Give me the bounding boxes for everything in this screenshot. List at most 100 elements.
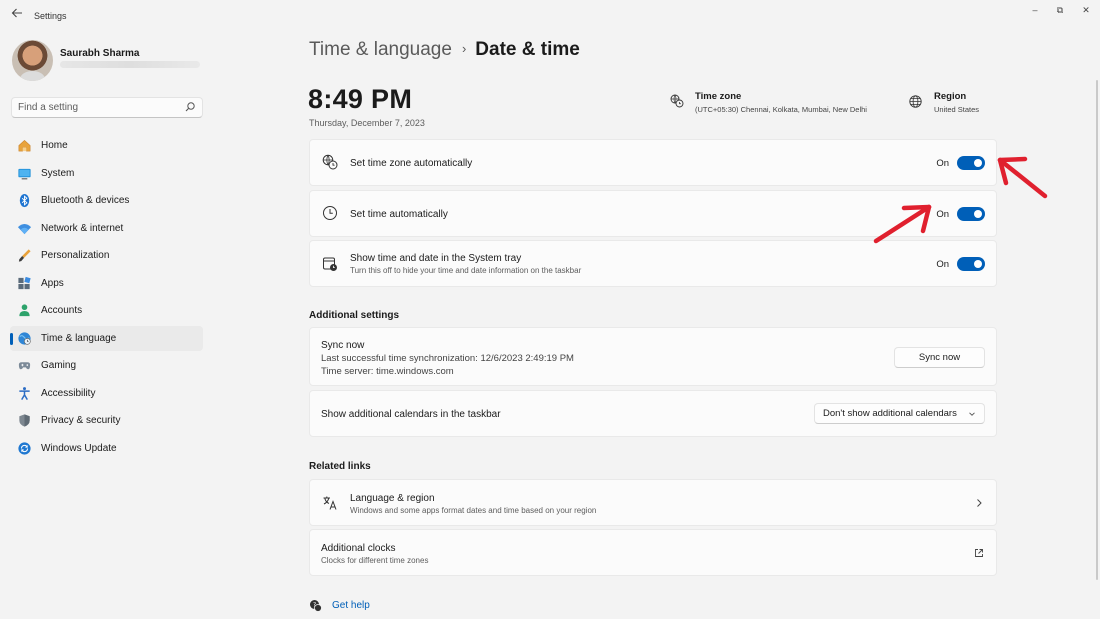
auto-time-toggle[interactable] bbox=[957, 207, 985, 221]
sync-now-button[interactable]: Sync now bbox=[894, 347, 985, 368]
additional-clocks-title: Additional clocks bbox=[321, 543, 396, 554]
additional-calendars-dropdown[interactable]: Don't show additional calendars bbox=[814, 403, 985, 424]
sidebar-item-label: Privacy & security bbox=[41, 415, 121, 426]
sidebar-item-personalization[interactable]: Personalization bbox=[10, 243, 203, 268]
sidebar-item-accounts[interactable]: Accounts bbox=[10, 298, 203, 323]
annotation-arrow-timezone bbox=[997, 156, 1048, 199]
svg-text:?: ? bbox=[313, 602, 316, 609]
sidebar-item-system[interactable]: System bbox=[10, 161, 203, 186]
scrollbar[interactable] bbox=[1096, 80, 1098, 580]
sidebar: Saurabh Sharma Home System Bluetooth & d… bbox=[0, 32, 210, 619]
system-tray-description: Turn this off to hide your time and date… bbox=[350, 266, 582, 275]
sidebar-item-windows-update[interactable]: Windows Update bbox=[10, 436, 203, 461]
system-tray-label: Show time and date in the System tray bbox=[350, 253, 522, 264]
gaming-icon bbox=[18, 362, 31, 370]
privacy-icon bbox=[19, 414, 30, 427]
sidebar-item-label: Gaming bbox=[41, 360, 77, 371]
system-tray-state: On bbox=[936, 259, 949, 270]
sync-time-server: Time server: time.windows.com bbox=[321, 366, 454, 377]
additional-calendars-card: Show additional calendars in the taskbar… bbox=[309, 390, 997, 437]
sidebar-item-bluetooth[interactable]: Bluetooth & devices bbox=[10, 188, 203, 213]
accessibility-icon bbox=[19, 386, 30, 400]
globe-icon bbox=[909, 95, 922, 108]
sidebar-item-label: Apps bbox=[41, 277, 64, 289]
apps-icon bbox=[18, 276, 31, 289]
get-help-label: Get help bbox=[332, 600, 370, 611]
breadcrumb-chevron-icon: › bbox=[461, 41, 467, 56]
title-bar: Settings – ⧉ ✕ bbox=[0, 0, 1100, 32]
additional-clocks-link[interactable]: Additional clocks Clocks for different t… bbox=[309, 529, 997, 576]
sidebar-item-label: Home bbox=[41, 140, 68, 151]
sync-title: Sync now bbox=[321, 340, 365, 351]
sidebar-item-gaming[interactable]: Gaming bbox=[10, 353, 203, 378]
additional-calendars-label: Show additional calendars in the taskbar bbox=[321, 409, 501, 420]
back-button[interactable] bbox=[8, 6, 26, 24]
related-links-heading: Related links bbox=[309, 461, 371, 472]
avatar[interactable] bbox=[12, 40, 53, 81]
system-tray-toggle[interactable] bbox=[957, 257, 985, 271]
maximize-button[interactable]: ⧉ bbox=[1051, 3, 1069, 17]
sidebar-item-apps[interactable]: Apps bbox=[10, 271, 203, 296]
system-tray-card: Show time and date in the System tray Tu… bbox=[309, 240, 997, 287]
globe-clock-icon bbox=[670, 94, 684, 108]
sidebar-item-label: System bbox=[41, 167, 75, 179]
region-value: United States bbox=[934, 105, 980, 114]
search-icon[interactable] bbox=[184, 101, 196, 113]
time-language-icon bbox=[18, 331, 31, 345]
sidebar-item-label: Personalization bbox=[41, 250, 110, 261]
close-button[interactable]: ✕ bbox=[1077, 3, 1095, 17]
calendar-clock-icon bbox=[323, 257, 337, 271]
sidebar-item-label: Network & internet bbox=[41, 222, 124, 234]
sync-now-card: Sync now Last successful time synchroniz… bbox=[309, 327, 997, 386]
region-title: Region bbox=[934, 91, 967, 102]
sidebar-item-network[interactable]: Network & internet bbox=[10, 216, 203, 241]
timezone-value: (UTC+05:30) Chennai, Kolkata, Mumbai, Ne… bbox=[695, 105, 867, 114]
breadcrumb: Time & language › Date & time bbox=[309, 39, 580, 65]
language-region-description: Windows and some apps format dates and t… bbox=[350, 506, 597, 515]
minimize-button[interactable]: – bbox=[1026, 3, 1044, 17]
home-icon bbox=[18, 139, 31, 152]
system-icon bbox=[18, 168, 31, 179]
auto-time-state: On bbox=[936, 209, 949, 220]
help-chat-icon: ? bbox=[310, 600, 322, 612]
language-region-title: Language & region bbox=[350, 493, 435, 504]
auto-time-card: Set time automatically On bbox=[309, 190, 997, 237]
chevron-right-icon bbox=[977, 499, 982, 507]
globe-clock-icon bbox=[322, 154, 338, 170]
language-region-link[interactable]: Language & region Windows and some apps … bbox=[309, 479, 997, 526]
sidebar-nav: Home System Bluetooth & devices Network … bbox=[10, 133, 203, 463]
clock-icon bbox=[323, 206, 337, 220]
personalization-icon bbox=[18, 249, 31, 262]
app-title: Settings bbox=[34, 11, 67, 21]
auto-timezone-label: Set time zone automatically bbox=[350, 158, 473, 169]
sidebar-item-label: Accessibility bbox=[41, 387, 96, 399]
sidebar-item-label: Windows Update bbox=[41, 442, 117, 454]
chevron-down-icon bbox=[969, 412, 975, 416]
network-icon bbox=[17, 223, 32, 234]
accounts-icon bbox=[19, 304, 30, 317]
additional-calendars-value: Don't show additional calendars bbox=[823, 408, 957, 419]
bluetooth-icon bbox=[19, 193, 30, 208]
sidebar-item-label: Accounts bbox=[41, 305, 83, 316]
sidebar-item-home[interactable]: Home bbox=[10, 133, 203, 158]
windows-update-icon bbox=[18, 441, 31, 455]
search-input[interactable] bbox=[18, 102, 178, 113]
timezone-title: Time zone bbox=[695, 91, 742, 102]
sidebar-item-label: Time & language bbox=[41, 332, 117, 344]
current-date: Thursday, December 7, 2023 bbox=[309, 118, 425, 128]
sidebar-item-time-language[interactable]: Time & language bbox=[10, 325, 203, 351]
back-arrow-icon bbox=[11, 8, 22, 18]
sidebar-item-privacy[interactable]: Privacy & security bbox=[10, 408, 203, 433]
page-title: Date & time bbox=[475, 39, 580, 60]
search-box[interactable] bbox=[11, 97, 203, 118]
auto-timezone-card: Set time zone automatically On bbox=[309, 139, 997, 186]
auto-timezone-toggle[interactable] bbox=[957, 156, 985, 170]
additional-clocks-description: Clocks for different time zones bbox=[321, 556, 429, 565]
user-name: Saurabh Sharma bbox=[60, 48, 140, 59]
sidebar-item-accessibility[interactable]: Accessibility bbox=[10, 381, 203, 406]
user-email-redacted bbox=[60, 61, 200, 68]
sidebar-item-label: Bluetooth & devices bbox=[41, 195, 130, 206]
breadcrumb-parent-link[interactable]: Time & language bbox=[309, 39, 452, 60]
auto-timezone-state: On bbox=[936, 158, 949, 169]
auto-time-label: Set time automatically bbox=[350, 209, 448, 220]
